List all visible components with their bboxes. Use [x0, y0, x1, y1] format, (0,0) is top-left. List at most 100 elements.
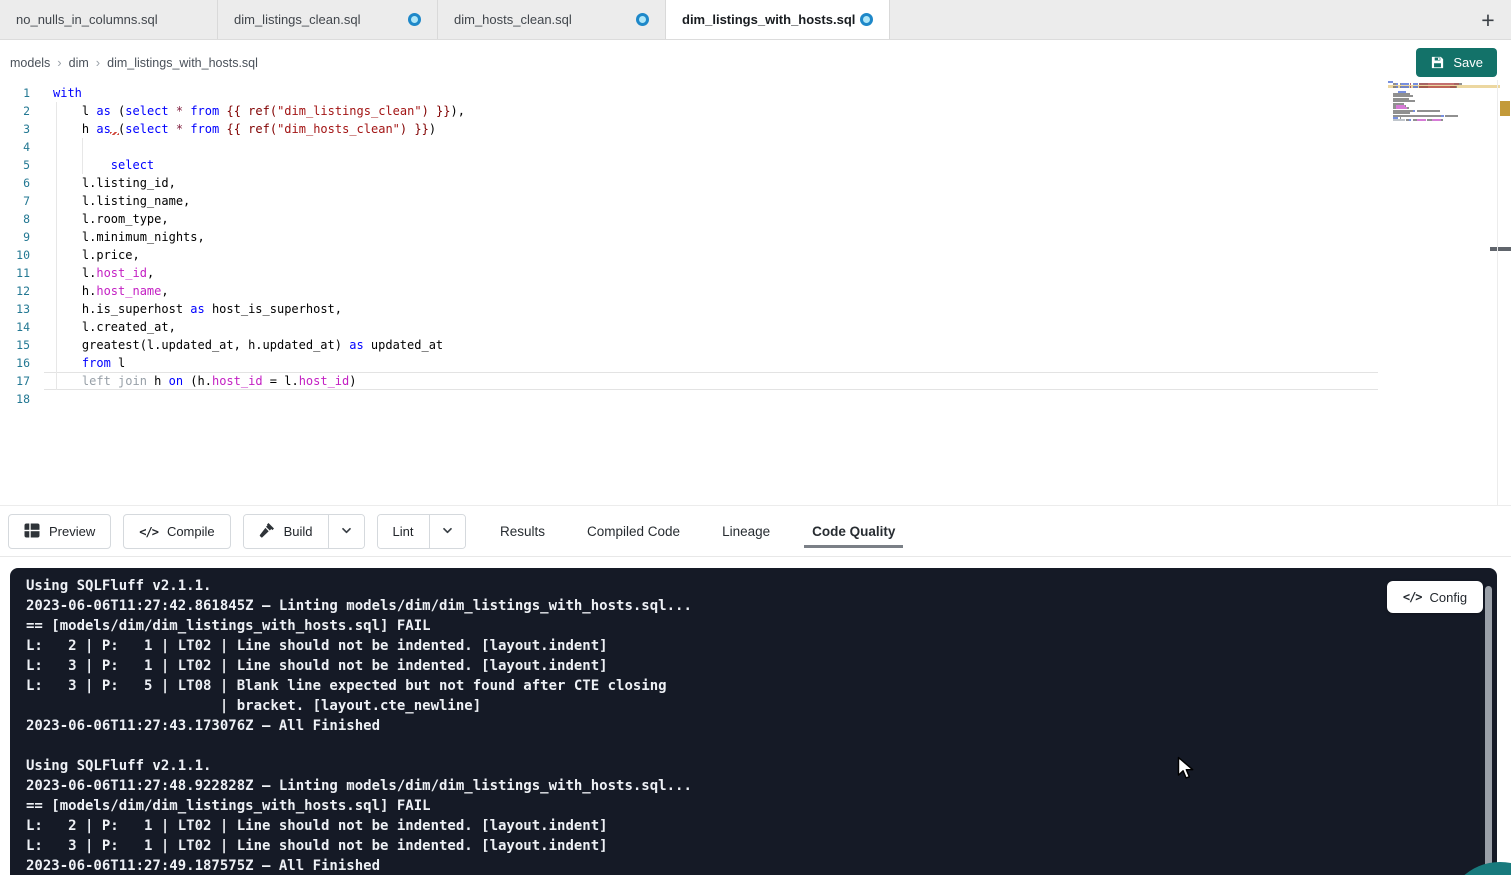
editor-tab[interactable]: no_nulls_in_columns.sql [0, 0, 218, 39]
terminal-line: L: 3 | P: 5 | LT08 | Blank line expected… [26, 676, 1497, 696]
terminal-scrollbar[interactable] [1485, 586, 1492, 875]
code-text: l.room_type, [53, 210, 169, 228]
line-number: 16 [0, 354, 30, 372]
code-text: with [53, 84, 82, 102]
code-line[interactable]: 5 select [0, 156, 465, 174]
terminal-line: Using SQLFluff v2.1.1. [26, 756, 1497, 776]
lint-dropdown-button[interactable] [429, 515, 465, 548]
line-number: 9 [0, 228, 30, 246]
code-line[interactable]: 8 l.room_type, [0, 210, 465, 228]
table-icon [24, 523, 40, 541]
chevron-right-icon: › [96, 55, 100, 70]
code-text: l.listing_id, [53, 174, 176, 192]
config-button[interactable]: </> Config [1387, 581, 1483, 613]
editor-tab[interactable]: dim_listings_clean.sql [218, 0, 438, 39]
code-line[interactable]: 17 left join h on (h.host_id = l.host_id… [0, 372, 465, 390]
action-buttons: Preview </>Compile Build Lint [8, 514, 466, 549]
terminal-output: Using SQLFluff v2.1.1.2023-06-06T11:27:4… [10, 568, 1497, 875]
code-line[interactable]: 6 l.listing_id, [0, 174, 465, 192]
code-text: l.listing_name, [53, 192, 190, 210]
terminal-line: L: 2 | P: 1 | LT02 | Line should not be … [26, 636, 1497, 656]
save-button[interactable]: Save [1416, 48, 1497, 77]
code-icon: </> [1403, 590, 1422, 604]
minimap-line [1388, 119, 1443, 121]
code-text: from l [53, 354, 125, 372]
code-line[interactable]: 16 from l [0, 354, 465, 372]
build-dropdown-button[interactable] [328, 515, 364, 548]
code-line[interactable]: 9 l.minimum_nights, [0, 228, 465, 246]
panel-header: Preview </>Compile Build Lint Results Compil… [0, 506, 1511, 557]
bottom-panel: Preview </>Compile Build Lint Results Compil… [0, 505, 1511, 875]
panel-tab-results[interactable]: Results [492, 515, 553, 548]
lint-button[interactable]: Lint [378, 515, 429, 548]
code-line[interactable]: 3 h as (select * from {{ ref("dim_hosts_… [0, 120, 465, 138]
new-tab-button[interactable]: + [1474, 6, 1502, 34]
terminal-panel: Using SQLFluff v2.1.1.2023-06-06T11:27:4… [10, 568, 1497, 875]
code-text: l.price, [53, 246, 140, 264]
terminal-line: == [models/dim/dim_listings_with_hosts.s… [26, 616, 1497, 636]
code-line[interactable]: 11 l.host_id, [0, 264, 465, 282]
code-line[interactable]: 2 l as (select * from {{ ref("dim_listin… [0, 102, 465, 120]
terminal-line: 2023-06-06T11:27:42.861845Z — Linting mo… [26, 596, 1497, 616]
chevron-down-icon [441, 524, 454, 540]
terminal-line [26, 736, 1497, 756]
terminal-line: L: 3 | P: 1 | LT02 | Line should not be … [26, 656, 1497, 676]
code-line[interactable]: 13 h.is_superhost as host_is_superhost, [0, 300, 465, 318]
code-line[interactable]: 4 [0, 138, 465, 156]
code-text: h as (select * from {{ ref("dim_hosts_cl… [53, 120, 436, 138]
code-lines: 1with2 l as (select * from {{ ref("dim_l… [0, 84, 465, 408]
config-label: Config [1430, 590, 1468, 605]
panel-tab-code-quality[interactable]: Code Quality [804, 515, 903, 548]
build-button-group: Build [243, 514, 365, 549]
breadcrumb-bar: models›dim›dim_listings_with_hosts.sql S… [0, 41, 1511, 84]
breadcrumb-item[interactable]: models [10, 56, 50, 70]
unsaved-changes-icon [408, 13, 421, 26]
line-number: 12 [0, 282, 30, 300]
breadcrumb-item[interactable]: dim_listings_with_hosts.sql [107, 56, 258, 70]
terminal-line: Using SQLFluff v2.1.1. [26, 576, 1497, 596]
code-editor[interactable]: 1with2 l as (select * from {{ ref("dim_l… [0, 84, 1511, 505]
line-number: 11 [0, 264, 30, 282]
code-line[interactable]: 12 h.host_name, [0, 282, 465, 300]
code-text: l.created_at, [53, 318, 176, 336]
build-label: Build [284, 524, 313, 539]
compile-button[interactable]: </>Compile [123, 514, 230, 549]
code-text: l as (select * from {{ ref("dim_listings… [53, 102, 465, 120]
editor-scrollbar-track [1497, 80, 1498, 505]
code-line[interactable]: 15 greatest(l.updated_at, h.updated_at) … [0, 336, 465, 354]
line-number: 2 [0, 102, 30, 120]
tab-label: dim_hosts_clean.sql [454, 12, 572, 27]
tab-label: dim_listings_clean.sql [234, 12, 360, 27]
breadcrumb-item[interactable]: dim [69, 56, 89, 70]
panel-tab-lineage[interactable]: Lineage [714, 515, 778, 548]
line-number: 10 [0, 246, 30, 264]
code-line[interactable]: 14 l.created_at, [0, 318, 465, 336]
build-button[interactable]: Build [244, 515, 328, 548]
editor-tab[interactable]: dim_listings_with_hosts.sql [666, 0, 890, 39]
code-line[interactable]: 1with [0, 84, 465, 102]
panel-tab-compiled-code[interactable]: Compiled Code [579, 515, 688, 548]
line-number: 14 [0, 318, 30, 336]
code-line[interactable]: 10 l.price, [0, 246, 465, 264]
editor-tab[interactable]: dim_hosts_clean.sql [438, 0, 666, 39]
code-line[interactable]: 18 [0, 390, 465, 408]
save-label: Save [1453, 55, 1483, 70]
line-number: 15 [0, 336, 30, 354]
preview-button[interactable]: Preview [8, 514, 111, 549]
terminal-line: 2023-06-06T11:27:48.922828Z — Linting mo… [26, 776, 1497, 796]
code-text: l.minimum_nights, [53, 228, 205, 246]
line-number: 6 [0, 174, 30, 192]
code-text: l.host_id, [53, 264, 154, 282]
unsaved-changes-icon [860, 13, 873, 26]
terminal-line: | bracket. [layout.cte_newline] [26, 696, 1497, 716]
terminal-line: L: 2 | P: 1 | LT02 | Line should not be … [26, 816, 1497, 836]
minimap[interactable] [1388, 80, 1498, 205]
unsaved-changes-icon [636, 13, 649, 26]
line-number: 3 [0, 120, 30, 138]
code-line[interactable]: 7 l.listing_name, [0, 192, 465, 210]
overview-cursor-marker [1490, 247, 1511, 251]
save-icon [1430, 55, 1445, 70]
lint-button-group: Lint [377, 514, 466, 549]
chevron-down-icon [340, 524, 353, 540]
line-number: 7 [0, 192, 30, 210]
